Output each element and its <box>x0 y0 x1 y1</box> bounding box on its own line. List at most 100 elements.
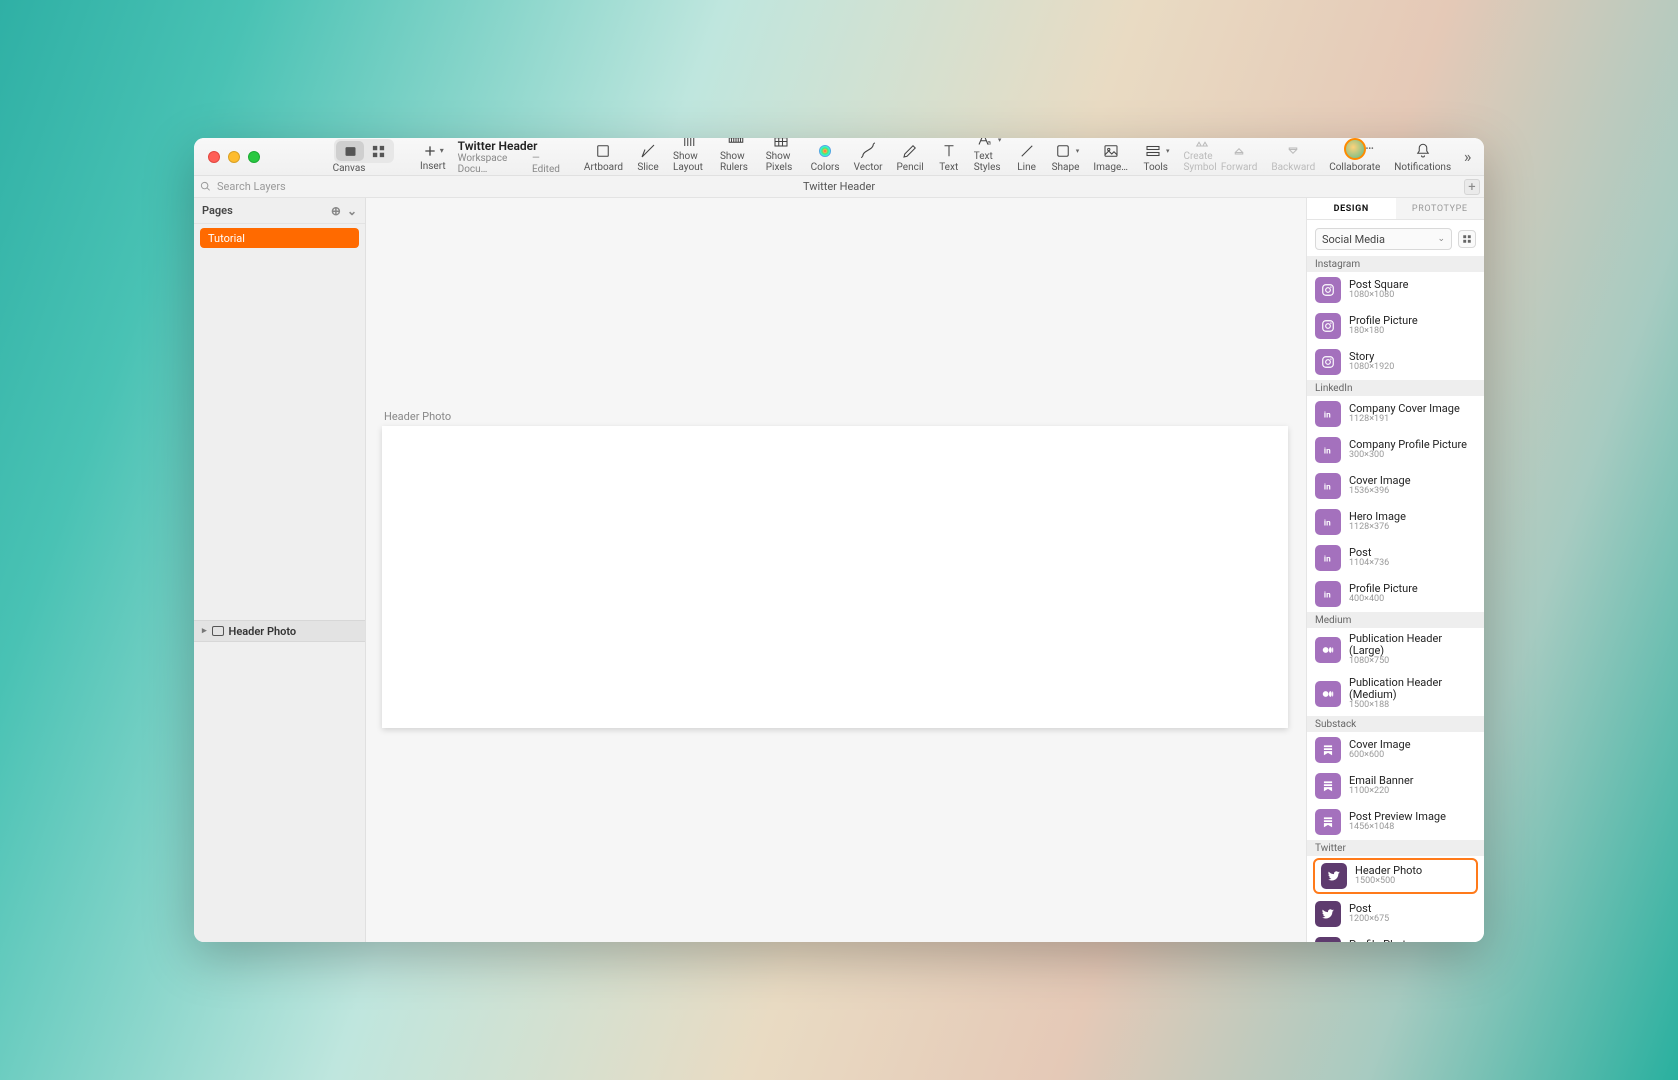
template-grid-toggle[interactable] <box>1458 230 1476 248</box>
substack-icon <box>1315 773 1341 799</box>
add-tab-button[interactable]: + <box>1464 179 1480 195</box>
template-item[interactable]: Email Banner1100×220 <box>1307 768 1484 804</box>
collab-label: Collaborate <box>1329 162 1380 173</box>
image-tool[interactable]: Image… <box>1093 142 1128 173</box>
notif-tool[interactable]: Notifications <box>1394 142 1451 173</box>
artboard-header-photo[interactable] <box>382 426 1288 728</box>
twitter-icon <box>1315 901 1341 927</box>
tab-title[interactable]: Twitter Header <box>194 180 1484 193</box>
template-item[interactable]: Publication Header (Medium)1500×188 <box>1307 672 1484 716</box>
instagram-icon <box>1315 349 1341 375</box>
textstyles-tool[interactable]: a▾Text Styles <box>974 138 1002 173</box>
notif-label: Notifications <box>1394 162 1451 173</box>
zoom-icon[interactable] <box>248 151 260 163</box>
insert-button[interactable]: ▾ <box>422 142 444 160</box>
components-view-button[interactable] <box>364 141 392 161</box>
chevron-down-icon: ▾ <box>998 138 1002 144</box>
template-item[interactable]: Post1200×675 <box>1307 896 1484 932</box>
collaborate-avatar-icon <box>1344 138 1366 160</box>
template-category-select[interactable]: Social Media ⌄ <box>1315 228 1452 250</box>
add-page-button[interactable]: ⊕ <box>331 204 341 218</box>
inspector: DESIGN PROTOTYPE Social Media ⌄ Instagra… <box>1306 198 1484 942</box>
template-dims: 1100×220 <box>1349 787 1414 797</box>
shape-tool[interactable]: ▾Shape <box>1052 142 1080 173</box>
close-icon[interactable] <box>208 151 220 163</box>
template-item[interactable]: inCover Image1536×396 <box>1307 468 1484 504</box>
slice-icon <box>637 142 659 160</box>
insert-label: Insert <box>420 161 446 172</box>
artboard-tool[interactable]: Artboard <box>584 142 623 173</box>
rulers-tool[interactable]: Show Rulers <box>720 138 752 173</box>
slice-tool[interactable]: Slice <box>637 142 659 173</box>
template-item[interactable]: inProfile Picture400×400 <box>1307 576 1484 612</box>
tools-label: Tools <box>1143 162 1167 173</box>
backward-icon <box>1282 142 1304 160</box>
colors-icon <box>814 142 836 160</box>
twitter-icon <box>1315 937 1341 942</box>
layout-tool[interactable]: Show Layout <box>673 138 706 173</box>
line-label: Line <box>1017 162 1036 173</box>
linkedin-icon: in <box>1315 401 1341 427</box>
vector-label: Vector <box>854 162 883 173</box>
template-item[interactable]: Story1080×1920 <box>1307 344 1484 380</box>
view-switcher: Canvas <box>304 139 394 174</box>
rulers-label: Show Rulers <box>720 151 752 173</box>
backward-tool: Backward <box>1271 142 1315 173</box>
artboard-label[interactable]: Header Photo <box>384 410 451 423</box>
template-item[interactable]: Post Preview Image1456×1048 <box>1307 804 1484 840</box>
tab-design[interactable]: DESIGN <box>1307 198 1396 219</box>
template-item[interactable]: Profile Photo400×400 <box>1307 932 1484 942</box>
template-item[interactable]: inCompany Cover Image1128×191 <box>1307 396 1484 432</box>
template-item[interactable]: inHero Image1128×376 <box>1307 504 1484 540</box>
template-item[interactable]: Publication Header (Large)1080×750 <box>1307 628 1484 672</box>
template-item[interactable]: inPost1104×736 <box>1307 540 1484 576</box>
toolbar: Canvas ▾ Insert Twitter Header Workspace… <box>194 138 1484 176</box>
desktop-background: Canvas ▾ Insert Twitter Header Workspace… <box>0 0 1678 1080</box>
app-window: Canvas ▾ Insert Twitter Header Workspace… <box>194 138 1484 942</box>
colors-tool[interactable]: Colors <box>811 142 840 173</box>
pencil-label: Pencil <box>897 162 924 173</box>
page-item-tutorial[interactable]: Tutorial <box>200 228 359 248</box>
template-name: Profile Photo <box>1349 939 1412 942</box>
pages-header: Pages ⊕ ⌄ <box>194 198 365 224</box>
substack-icon <box>1315 737 1341 763</box>
template-item[interactable]: inCompany Profile Picture300×300 <box>1307 432 1484 468</box>
canvas[interactable]: Header Photo <box>366 198 1306 942</box>
template-item[interactable]: Cover Image600×600 <box>1307 732 1484 768</box>
collab-tool[interactable]: Collaborate <box>1329 138 1380 173</box>
layer-name: Header Photo <box>229 625 297 638</box>
rulers-icon <box>725 138 747 149</box>
template-dims: 300×300 <box>1349 451 1467 461</box>
toolbar-overflow-button[interactable]: » <box>1459 147 1476 166</box>
document-edited: — Edited <box>532 153 564 175</box>
pixels-label: Show Pixels <box>766 151 797 173</box>
line-tool[interactable]: Line <box>1016 142 1038 173</box>
pencil-icon <box>899 142 921 160</box>
template-dims: 1500×188 <box>1349 701 1476 711</box>
pages-menu-button[interactable]: ⌄ <box>347 204 357 218</box>
view-switcher-label: Canvas <box>333 163 366 174</box>
template-item[interactable]: Post Square1080×1080 <box>1307 272 1484 308</box>
template-item[interactable]: Profile Picture180×180 <box>1307 308 1484 344</box>
chevron-right-icon[interactable]: ▸ <box>202 626 207 636</box>
pixels-tool[interactable]: Show Pixels <box>766 138 797 173</box>
chevron-down-icon: ▾ <box>1166 147 1170 155</box>
template-dims: 600×600 <box>1349 751 1411 761</box>
vector-tool[interactable]: Vector <box>854 142 883 173</box>
colors-label: Colors <box>811 162 840 173</box>
artboard-icon <box>212 626 224 636</box>
svg-text:in: in <box>1324 446 1331 456</box>
tools-tool[interactable]: ▾ Tools <box>1142 142 1170 173</box>
template-group-medium: Medium <box>1307 612 1484 628</box>
tab-prototype[interactable]: PROTOTYPE <box>1396 198 1485 219</box>
instagram-icon <box>1315 313 1341 339</box>
text-tool[interactable]: Text <box>938 142 960 173</box>
canvas-view-button[interactable] <box>336 141 364 161</box>
forward-label: Forward <box>1221 162 1258 173</box>
template-group-substack: Substack <box>1307 716 1484 732</box>
minimize-icon[interactable] <box>228 151 240 163</box>
pencil-tool[interactable]: Pencil <box>897 142 924 173</box>
template-item[interactable]: Header Photo1500×500 <box>1313 858 1478 894</box>
chevron-down-icon: ▾ <box>440 146 444 155</box>
layer-row-header-photo[interactable]: ▸ Header Photo <box>194 620 365 642</box>
